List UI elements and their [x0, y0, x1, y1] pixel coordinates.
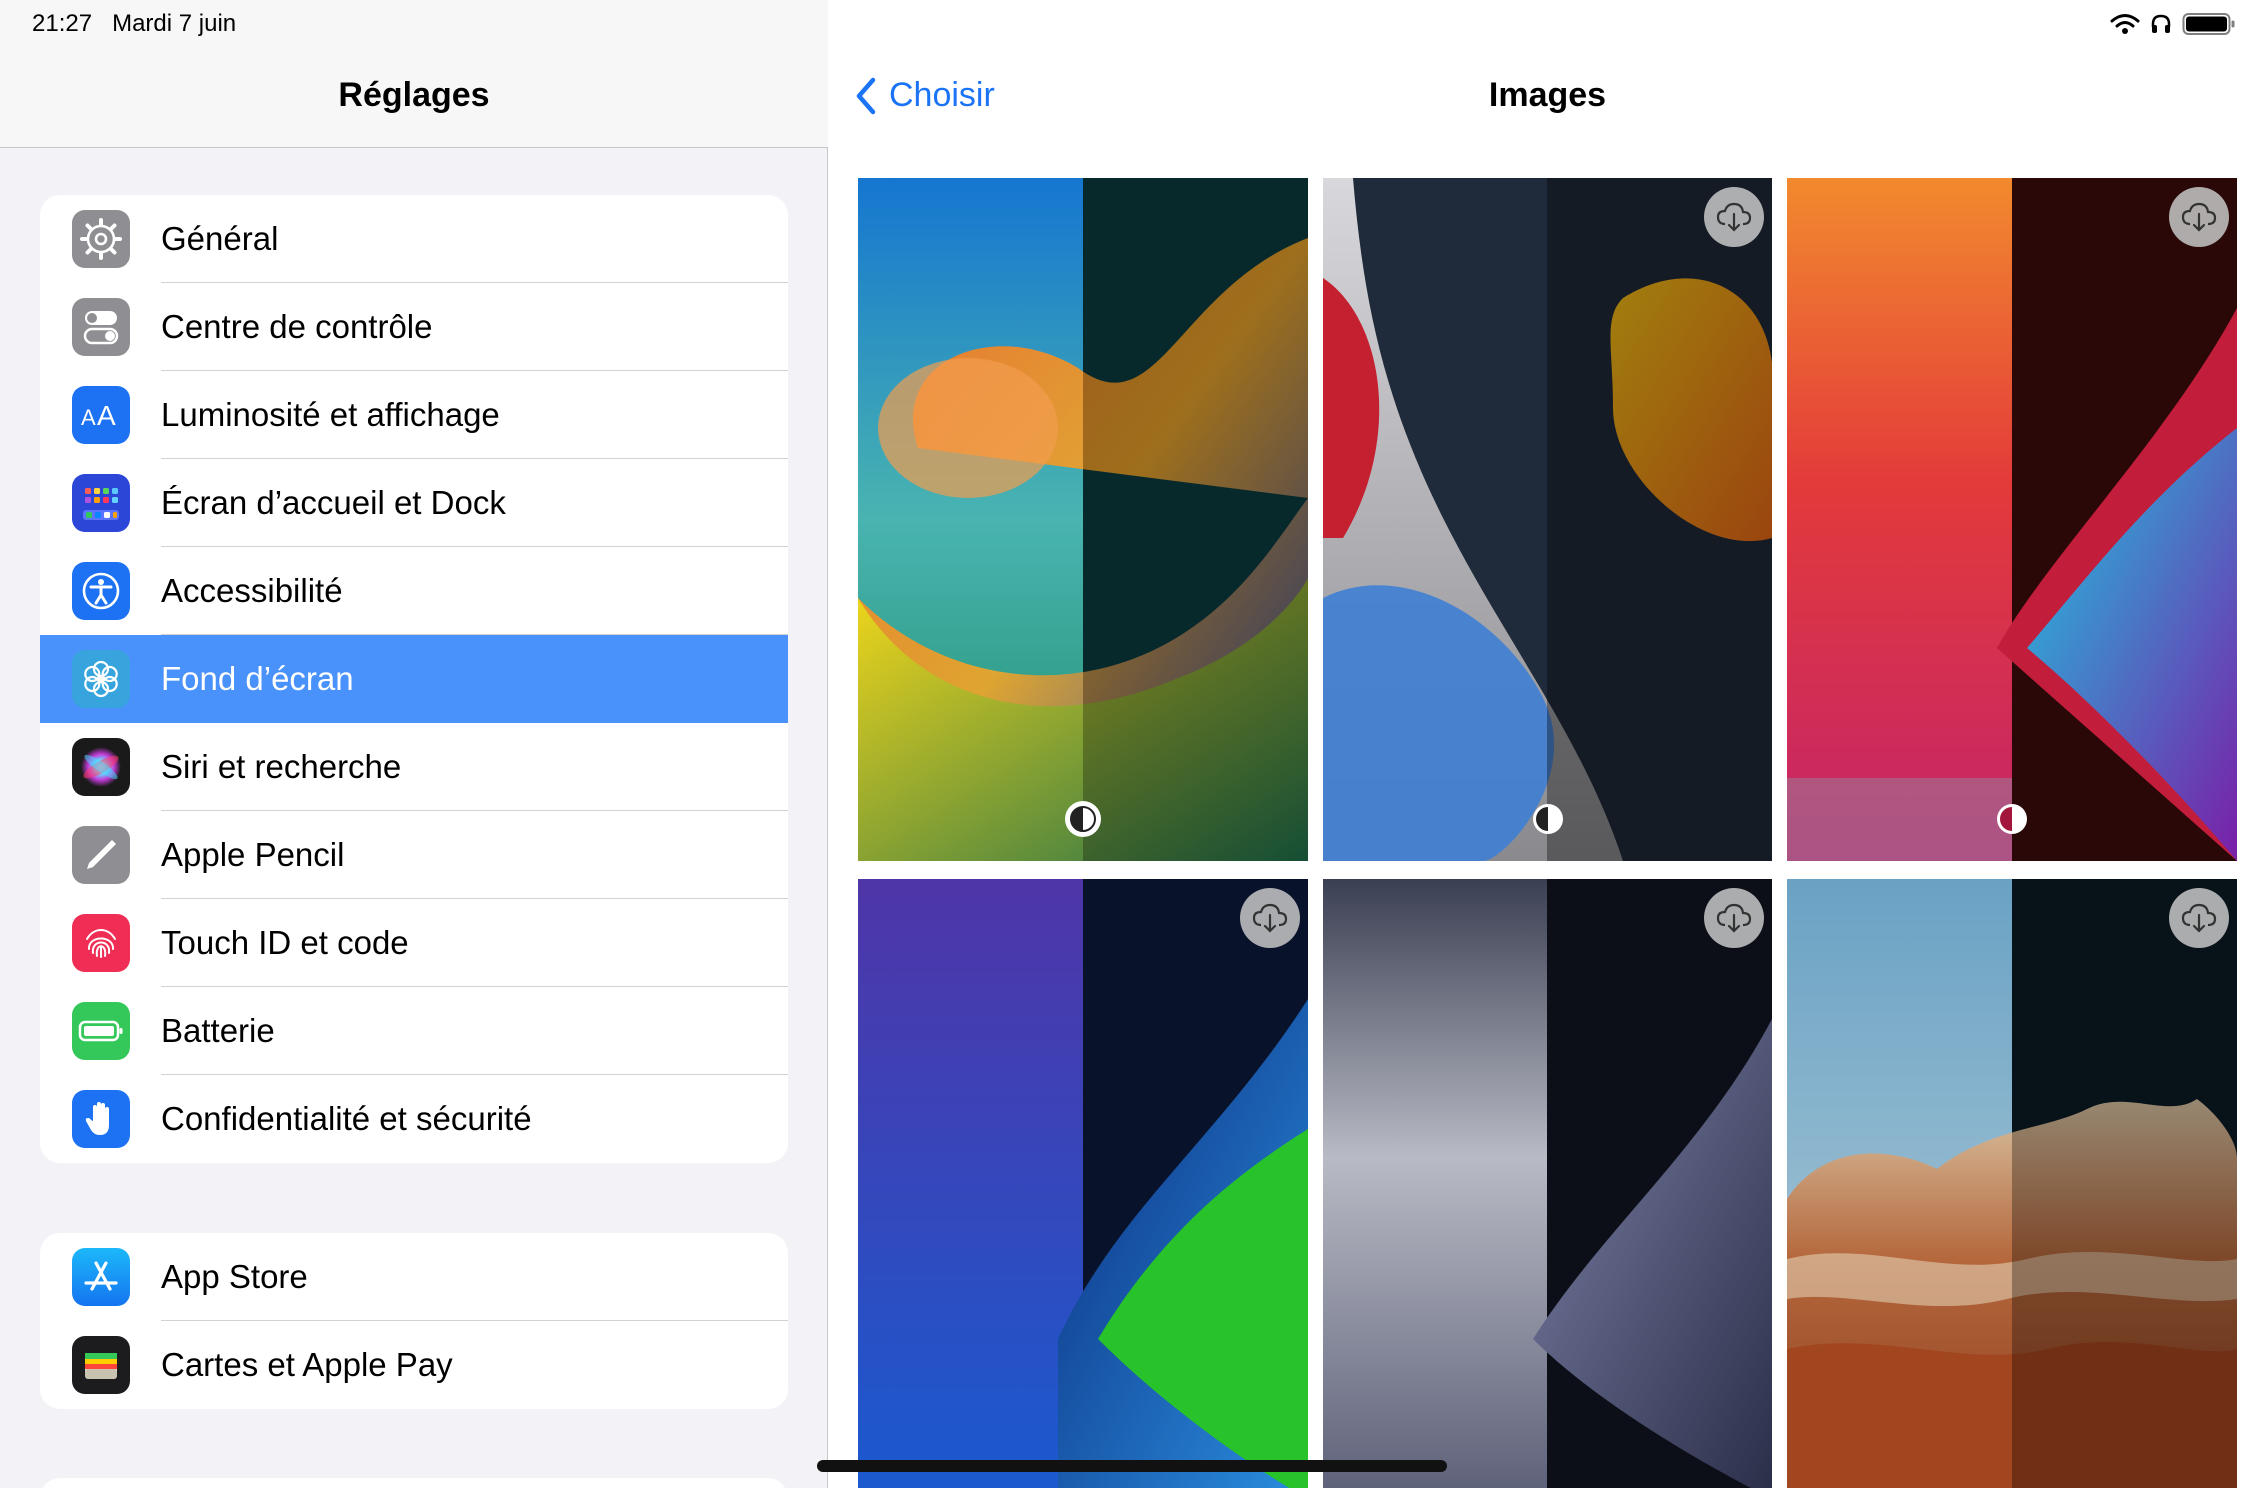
- toggles-icon: [72, 298, 130, 356]
- gear-icon: [72, 210, 130, 268]
- wallpaper-thumbnail[interactable]: [1323, 178, 1772, 861]
- sidebar-item-label: Général: [161, 220, 279, 257]
- wallpaper-thumbnail[interactable]: [1787, 178, 2237, 861]
- settings-group-main: Général Centre de contrôle AA Luminosité…: [40, 195, 788, 1163]
- appearance-mode-icon[interactable]: [1061, 797, 1105, 841]
- wifi-icon: [2110, 13, 2140, 40]
- app-store-icon: [72, 1248, 130, 1306]
- sidebar-item-display[interactable]: AA Luminosité et affichage: [40, 371, 788, 459]
- sidebar-item-label: Cartes et Apple Pay: [161, 1346, 453, 1383]
- wallpaper-thumbnail[interactable]: [858, 879, 1308, 1488]
- sidebar-item-wallpaper[interactable]: Fond d’écran: [40, 635, 788, 723]
- siri-icon: [72, 738, 130, 796]
- download-cloud-button[interactable]: [1704, 187, 1764, 247]
- status-bar-right: [2110, 12, 2236, 41]
- appearance-mode-icon[interactable]: [1526, 797, 1570, 841]
- sidebar-item-accessibility[interactable]: Accessibilité: [40, 547, 788, 635]
- sidebar-item-label: Fond d’écran: [161, 660, 354, 697]
- settings-group-store: App Store Cartes et Apple Pay: [40, 1233, 788, 1409]
- settings-sidebar: 21:27 Mardi 7 juin Réglages Général Cent…: [0, 0, 828, 1488]
- cloud-download-icon: [1716, 903, 1752, 933]
- flower-icon: [72, 650, 130, 708]
- svg-text:A: A: [81, 405, 96, 430]
- hand-icon: [72, 1090, 130, 1148]
- sidebar-item-general[interactable]: Général: [40, 195, 788, 283]
- download-cloud-button[interactable]: [2169, 888, 2229, 948]
- status-date: Mardi 7 juin: [112, 10, 237, 37]
- svg-text:A: A: [97, 400, 116, 430]
- pencil-icon: [72, 826, 130, 884]
- sidebar-item-wallet[interactable]: Cartes et Apple Pay: [40, 1321, 788, 1409]
- sidebar-item-label: Apple Pencil: [161, 836, 345, 873]
- fingerprint-icon: [72, 914, 130, 972]
- wallpaper-thumbnail[interactable]: [858, 178, 1308, 861]
- download-cloud-button[interactable]: [2169, 187, 2229, 247]
- sidebar-item-label: Confidentialité et sécurité: [161, 1100, 532, 1137]
- wallet-icon: [72, 1336, 130, 1394]
- sidebar-item-label: Batterie: [161, 1012, 275, 1049]
- sidebar-item-label: Centre de contrôle: [161, 308, 433, 345]
- wallpaper-detail-pane: Choisir Images: [829, 0, 2266, 1488]
- status-bar-left: 21:27 Mardi 7 juin: [32, 9, 236, 39]
- status-time: 21:27: [32, 10, 93, 37]
- wallpaper-thumbnail[interactable]: [1787, 879, 2237, 1488]
- sidebar-header: 21:27 Mardi 7 juin Réglages: [0, 0, 828, 148]
- sidebar-item-privacy[interactable]: Confidentialité et sécurité: [40, 1075, 788, 1163]
- appearance-mode-icon[interactable]: [1990, 797, 2034, 841]
- sidebar-item-home-screen[interactable]: Écran d’accueil et Dock: [40, 459, 788, 547]
- cloud-download-icon: [2181, 202, 2217, 232]
- battery-icon: [72, 1002, 130, 1060]
- sidebar-item-label: Luminosité et affichage: [161, 396, 500, 433]
- settings-group-next: [40, 1478, 788, 1488]
- cloud-download-icon: [1716, 202, 1752, 232]
- headphones-icon: [2150, 13, 2172, 40]
- home-indicator[interactable]: [817, 1460, 1447, 1472]
- sidebar-item-app-store[interactable]: App Store: [40, 1233, 788, 1321]
- home-grid-icon: [72, 474, 130, 532]
- sidebar-item-label: Siri et recherche: [161, 748, 402, 785]
- accessibility-icon: [72, 562, 130, 620]
- sidebar-item-apple-pencil[interactable]: Apple Pencil: [40, 811, 788, 899]
- cloud-download-icon: [2181, 903, 2217, 933]
- sidebar-item-battery[interactable]: Batterie: [40, 987, 788, 1075]
- sidebar-item-siri[interactable]: Siri et recherche: [40, 723, 788, 811]
- cloud-download-icon: [1252, 903, 1288, 933]
- sidebar-item-touch-id[interactable]: Touch ID et code: [40, 899, 788, 987]
- battery-status-icon: [2182, 12, 2236, 41]
- sidebar-item-control-center[interactable]: Centre de contrôle: [40, 283, 788, 371]
- sidebar-item-label: Touch ID et code: [161, 924, 409, 961]
- sidebar-item-label: Écran d’accueil et Dock: [161, 484, 506, 521]
- wallpaper-thumbnail[interactable]: [1323, 879, 1772, 1488]
- download-cloud-button[interactable]: [1704, 888, 1764, 948]
- text-size-icon: AA: [72, 386, 130, 444]
- page-title: Images: [1488, 76, 1607, 114]
- sidebar-title: Réglages: [338, 76, 490, 114]
- sidebar-item-label: Accessibilité: [161, 572, 343, 609]
- sidebar-item-label: App Store: [161, 1258, 308, 1295]
- download-cloud-button[interactable]: [1240, 888, 1300, 948]
